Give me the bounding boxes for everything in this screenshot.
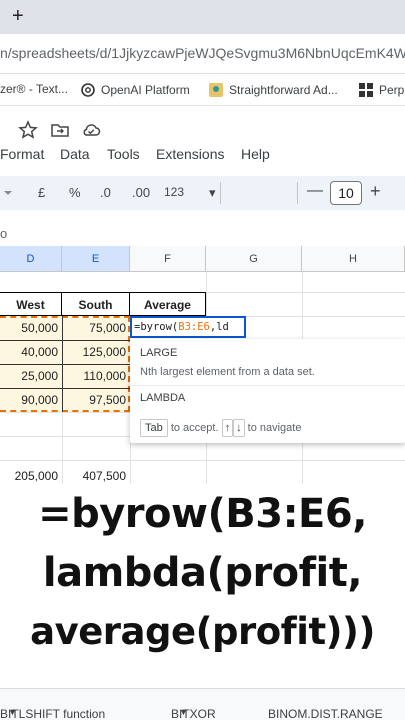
formula-bar-row: o: [0, 222, 405, 246]
percent-format-button[interactable]: %: [69, 185, 81, 200]
grid-icon: [359, 83, 373, 97]
address-bar[interactable]: n/spreadsheets/d/1JjkyzcawPjeWJQeSvgmu3M…: [0, 34, 405, 74]
column-header-h[interactable]: H: [302, 246, 405, 272]
header-south[interactable]: South: [62, 292, 130, 316]
caption-line-2: lambda(profit,: [42, 550, 363, 596]
sheet-tab-menu-icon[interactable]: ▼: [8, 707, 17, 717]
currency-format-button[interactable]: £: [38, 185, 45, 200]
menu-format[interactable]: Format: [0, 146, 44, 162]
tab-key: Tab: [140, 419, 168, 437]
menu-help[interactable]: Help: [241, 146, 270, 162]
cell-e6[interactable]: 97,500: [62, 388, 130, 412]
suggestion-large[interactable]: LARGE: [140, 347, 177, 359]
toolbar-divider: [297, 182, 298, 204]
bookmark-label: Straightforward Ad...: [229, 83, 338, 97]
sheet-tabs-bar: BITLSHIFT function ▼ BITXOR ▼ BINOM.DIST…: [0, 688, 405, 720]
header-west[interactable]: West: [0, 292, 62, 316]
cell-d5[interactable]: 25,000: [0, 364, 62, 388]
bookmark-label: OpenAI Platform: [101, 83, 190, 97]
decrease-decimal-button[interactable]: .0: [100, 185, 111, 200]
bookmark-image-icon: [209, 83, 223, 97]
keyboard-hint: Tab to accept. ↑ ↓ to navigate: [140, 419, 301, 437]
function-suggestions: LARGE Nth largest element from a data se…: [130, 339, 405, 443]
down-key: ↓: [233, 419, 245, 437]
bookmark-item[interactable]: zer® - Text...: [0, 82, 68, 96]
name-box[interactable]: o: [0, 226, 7, 241]
column-header-e[interactable]: E: [62, 246, 130, 272]
cell-d4[interactable]: 40,000: [0, 340, 62, 364]
move-folder-icon[interactable]: [50, 120, 70, 140]
sheet-tab-label: BITXOR: [171, 707, 216, 720]
bookmark-label: zer® - Text...: [0, 82, 68, 96]
navigate-text: to navigate: [247, 422, 302, 434]
tab-strip: +: [0, 0, 405, 34]
formula-prefix: =byrow(: [134, 321, 179, 333]
new-tab-button[interactable]: +: [12, 4, 24, 28]
formula-suffix: ,ld: [209, 321, 229, 333]
decrease-font-size-button[interactable]: —: [307, 182, 323, 200]
cell-e3[interactable]: 75,000: [62, 316, 130, 340]
cell-d6[interactable]: 90,000: [0, 388, 62, 412]
bookmark-label: Perp: [379, 83, 405, 97]
menu-bar: Format Data Tools Extensions Help: [0, 144, 405, 166]
column-header-g[interactable]: G: [206, 246, 302, 272]
cell-e4[interactable]: 125,000: [62, 340, 130, 364]
star-icon[interactable]: [18, 120, 38, 140]
url-text[interactable]: n/spreadsheets/d/1JjkyzcawPjeWJQeSvgmu3M…: [0, 45, 405, 61]
column-header-f[interactable]: F: [130, 246, 206, 272]
suggestion-divider: [130, 385, 405, 386]
formula-cell-editor[interactable]: =byrow(B3:E6,ld: [130, 316, 246, 338]
increase-font-size-button[interactable]: +: [370, 181, 381, 202]
bookmark-item[interactable]: Straightforward Ad...: [208, 82, 338, 98]
caption-line-3: average(profit))): [30, 610, 375, 653]
cloud-status-icon[interactable]: [81, 120, 101, 140]
up-key: ↑: [221, 419, 234, 437]
cell-d3[interactable]: 50,000: [0, 316, 62, 340]
cell-e5[interactable]: 110,000: [62, 364, 130, 388]
accept-text: to accept.: [170, 422, 219, 434]
menu-data[interactable]: Data: [60, 146, 90, 162]
openai-icon: [81, 83, 95, 97]
suggestion-description: Nth largest element from a data set.: [140, 366, 315, 378]
menu-extensions[interactable]: Extensions: [156, 146, 224, 162]
font-chevron[interactable]: ▾: [209, 185, 216, 201]
number-format-button[interactable]: 123: [164, 185, 184, 199]
sheet-tab-menu-icon[interactable]: ▼: [179, 707, 188, 717]
chevron-down-icon[interactable]: [4, 189, 12, 197]
suggestion-lambda[interactable]: LAMBDA: [140, 392, 185, 404]
font-size-input[interactable]: 10: [330, 181, 362, 205]
grid-line: [0, 460, 405, 461]
increase-decimal-button[interactable]: .00: [132, 185, 150, 200]
column-header-d[interactable]: D: [0, 246, 62, 272]
bookmarks-bar: zer® - Text... OpenAI Platform Straightf…: [0, 74, 405, 106]
bookmark-item[interactable]: Perp: [358, 82, 404, 98]
header-average[interactable]: Average: [130, 292, 206, 316]
caption-line-1: =byrow(B3:E6,: [38, 491, 367, 537]
formula-range: B3:E6: [178, 321, 210, 333]
menu-tools[interactable]: Tools: [107, 146, 140, 162]
bookmark-item[interactable]: OpenAI Platform: [80, 82, 190, 98]
sheet-tab-label: BINOM.DIST.RANGE: [268, 707, 383, 720]
toolbar-divider: [220, 182, 221, 204]
